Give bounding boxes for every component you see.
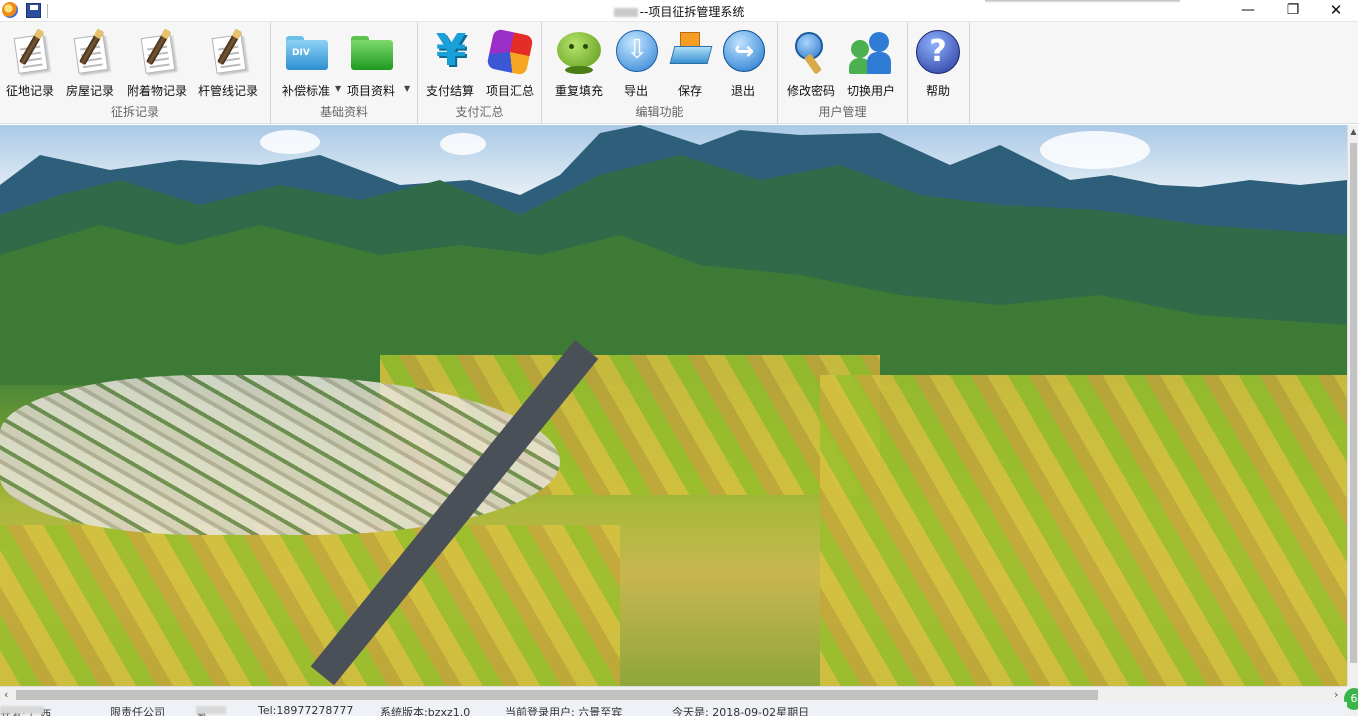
window-title: --项目征拆管理系统 [0, 3, 1358, 20]
vertical-scrollbar[interactable]: ▲ [1347, 125, 1358, 686]
project-summary-button[interactable]: 项目汇总 [481, 28, 539, 98]
status-date: 今天是: 2018-09-02星期日 [672, 706, 810, 716]
repeat-fill-label: 重复填充 [554, 84, 603, 98]
save-label: 保存 [677, 84, 702, 98]
rice-field [0, 525, 620, 686]
export-icon [612, 28, 660, 76]
status-version: 系统版本:bzxz1.0 [380, 706, 471, 716]
exit-button[interactable]: 退出 [714, 28, 772, 98]
title-bar: --项目征拆管理系统 — ❐ ✕ [0, 0, 1358, 22]
project-data-button[interactable]: 项目资料 [342, 28, 400, 98]
cube-icon [486, 28, 534, 76]
compensation-standard-button[interactable]: DIV 补偿标准 [277, 28, 335, 98]
group-payment-summary: ¥ 支付结算 项目汇总 支付汇总 [418, 22, 542, 124]
repeat-fill-button[interactable]: 重复填充 [550, 28, 608, 98]
switch-user-label: 切换用户 [846, 84, 895, 98]
house-record-label: 房屋记录 [65, 84, 114, 98]
save-icon [666, 28, 714, 76]
blue-folder-icon: DIV [282, 28, 330, 76]
group-title: 编辑功能 [635, 105, 684, 119]
pipeline-record-button[interactable]: 杆管线记录 [197, 28, 259, 98]
group-demolition-records: 征地记录 房屋记录 附着物记录 杆管线记录 征拆记录 [0, 22, 271, 124]
green-folder-icon [347, 28, 395, 76]
exit-icon [719, 28, 767, 76]
landscape-background-image [0, 125, 1347, 686]
scroll-right-icon[interactable]: › [1334, 688, 1338, 701]
group-basic-data: DIV 补偿标准 ▼ 项目资料 ▼ 基础资料 [271, 22, 418, 124]
green-character-icon [555, 28, 603, 76]
maximize-button[interactable]: ❐ [1270, 0, 1316, 22]
help-button[interactable]: ? 帮助 [909, 28, 967, 98]
compensation-standard-label: 补偿标准 [281, 84, 330, 98]
group-title: 征拆记录 [110, 105, 159, 119]
group-title: 支付汇总 [455, 105, 504, 119]
horizontal-scroll-thumb[interactable] [16, 690, 1098, 700]
scroll-corner: 6 [1344, 686, 1358, 716]
redacted-title-prefix [613, 8, 638, 17]
users-icon [847, 28, 895, 76]
key-icon [787, 28, 835, 76]
group-title: 基础资料 [319, 105, 368, 119]
project-data-label: 项目资料 [346, 84, 395, 98]
pipeline-record-label: 杆管线记录 [197, 84, 258, 98]
document-pen-icon [6, 28, 54, 76]
land-record-button[interactable]: 征地记录 [1, 28, 59, 98]
status-bar: 开发: 广西 限责任公司 袁 Tel:18977278777 系统版本:bzxz… [0, 702, 1347, 716]
switch-user-button[interactable]: 切换用户 [842, 28, 900, 98]
chevron-down-icon[interactable]: ▼ [404, 84, 410, 93]
group-help: ? 帮助 [908, 22, 970, 124]
status-current-user: 当前登录用户: 六景至宾 [505, 706, 623, 716]
group-title: 用户管理 [818, 105, 867, 119]
document-pen-icon [133, 28, 181, 76]
overlay-shadow [985, 0, 1180, 3]
redacted-name [196, 706, 226, 714]
payment-settlement-label: 支付结算 [425, 84, 474, 98]
help-label: 帮助 [925, 84, 950, 98]
save-button[interactable]: 保存 [661, 28, 719, 98]
land-record-label: 征地记录 [5, 84, 54, 98]
change-password-button[interactable]: 修改密码 [782, 28, 840, 98]
status-company: 限责任公司 [110, 706, 165, 716]
group-user-management: 修改密码 切换用户 用户管理 [778, 22, 908, 124]
yen-icon: ¥ [435, 25, 467, 76]
attachment-record-label: 附着物记录 [126, 84, 187, 98]
rice-field [820, 375, 1347, 686]
status-tel: Tel:18977278777 [258, 704, 354, 716]
document-pen-icon [66, 28, 114, 76]
house-record-button[interactable]: 房屋记录 [61, 28, 119, 98]
group-edit-functions: 重复填充 导出 保存 退出 编辑功能 [542, 22, 778, 124]
document-pen-icon [204, 28, 252, 76]
attachment-record-button[interactable]: 附着物记录 [126, 28, 188, 98]
ribbon-toolbar: 征地记录 房屋记录 附着物记录 杆管线记录 征拆记录 DIV 补偿标准 ▼ 项目… [0, 22, 1358, 124]
exit-label: 退出 [730, 84, 755, 98]
chevron-down-icon[interactable]: ▼ [335, 84, 341, 93]
change-password-label: 修改密码 [786, 84, 835, 98]
redacted-company [0, 706, 44, 714]
scroll-up-icon[interactable]: ▲ [1348, 127, 1358, 136]
project-summary-label: 项目汇总 [485, 84, 534, 98]
help-icon: ? [914, 28, 962, 76]
close-button[interactable]: ✕ [1313, 0, 1358, 22]
minimize-button[interactable]: — [1225, 0, 1271, 22]
scroll-left-icon[interactable]: ‹ [4, 688, 8, 701]
horizontal-scrollbar[interactable]: ‹ › [0, 686, 1347, 702]
payment-settlement-button[interactable]: ¥ 支付结算 [421, 25, 479, 99]
export-button[interactable]: 导出 [607, 28, 665, 98]
vertical-scroll-thumb[interactable] [1350, 143, 1357, 663]
export-label: 导出 [623, 84, 648, 98]
